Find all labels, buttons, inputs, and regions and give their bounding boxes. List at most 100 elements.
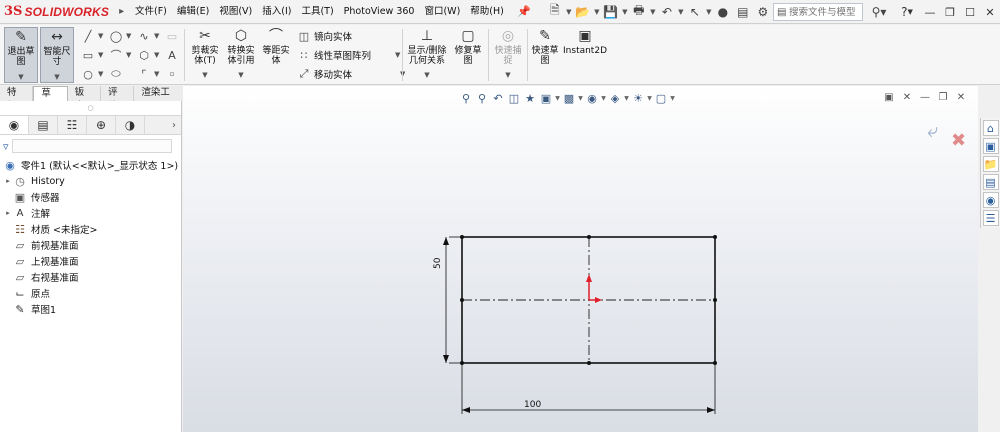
convert-entities-button[interactable]: ⬡ 转换实 体引用 ▼ xyxy=(223,27,259,83)
solidworks-logo[interactable]: 3S SOLIDWORKS ▸ xyxy=(0,0,130,24)
circle-tool[interactable]: ◯ ▼ xyxy=(108,27,132,45)
options-gear-icon[interactable]: ⚙ xyxy=(753,2,773,22)
chevron-down-icon[interactable]: ▼ xyxy=(154,32,159,40)
mirror-entities-button[interactable]: ◫ 镜向实体 xyxy=(296,27,352,45)
undo-icon[interactable]: ↶ xyxy=(657,2,677,22)
ellipse-tool[interactable]: ⬭ xyxy=(108,65,126,83)
sketch-canvas[interactable]: 50 100 xyxy=(183,86,978,432)
file-explorer-icon[interactable]: 📁 xyxy=(982,156,999,172)
graphics-area[interactable]: ⚲ ⚲ ↶ ◫ ★ ▣ ▼ ▩ ▼ ◉ ▼ ◈ ▼ ☀ ▼ ▢ ▼ ▣ ✕ — … xyxy=(183,86,978,432)
display-relations-button[interactable]: ⊥ 显示/删除 几何关系 ▼ xyxy=(405,27,449,83)
chevron-down-icon[interactable]: ▼ xyxy=(565,8,573,16)
chevron-down-icon[interactable]: ▼ xyxy=(593,8,601,16)
home-icon[interactable]: ⌂ xyxy=(982,120,999,136)
tab-features[interactable]: 特征 xyxy=(0,86,34,112)
maximize-icon[interactable]: ☐ xyxy=(960,0,980,24)
tree-item-material[interactable]: ☷ 材质 <未指定> xyxy=(0,221,181,237)
tree-root-part[interactable]: ◉ 零件1 (默认<<默认>_显示状态 1>) xyxy=(0,157,181,173)
fillet-tool[interactable]: ⌜ ▼ xyxy=(136,65,159,83)
appearances-icon[interactable]: ◉ xyxy=(982,192,999,208)
chevron-down-icon[interactable]: ▼ xyxy=(677,8,685,16)
chevron-right-icon[interactable]: › xyxy=(167,120,181,131)
restore-icon[interactable]: ❐ xyxy=(940,0,960,24)
line-tool[interactable]: ╱ ▼ xyxy=(80,27,104,45)
tree-item-sensors[interactable]: ▣ 传感器 xyxy=(0,189,181,205)
menu-edit[interactable]: 编辑(E) xyxy=(172,0,214,24)
text-tool[interactable]: A xyxy=(164,46,182,64)
chevron-down-icon[interactable]: ▼ xyxy=(202,70,207,80)
menu-insert[interactable]: 插入(I) xyxy=(257,0,296,24)
minimize-icon[interactable]: — xyxy=(920,0,940,24)
width-dimension[interactable] xyxy=(461,363,716,414)
select-cursor-icon[interactable]: ↖ xyxy=(685,2,705,22)
feature-manager-tab-icon[interactable]: ◉ xyxy=(0,116,29,134)
chevron-down-icon[interactable]: ▼ xyxy=(54,72,59,82)
help-button[interactable]: ? ▼ xyxy=(896,3,918,21)
menu-photoview[interactable]: PhotoView 360 xyxy=(339,0,420,24)
exit-sketch-button[interactable]: ✎ 退出草 图 ▼ xyxy=(4,27,38,83)
panel-grip-handle[interactable]: ○ xyxy=(0,101,181,115)
height-dimension[interactable] xyxy=(443,236,462,364)
chevron-down-icon[interactable]: ▼ xyxy=(126,32,131,40)
tree-item-sketch1[interactable]: ✎ 草图1 xyxy=(0,301,181,317)
chevron-down-icon[interactable]: ▼ xyxy=(705,8,713,16)
repair-sketch-button[interactable]: ▢ 修复草 图 xyxy=(451,27,485,83)
tree-item-top-plane[interactable]: ▱ 上视基准面 xyxy=(0,253,181,269)
tree-item-origin[interactable]: ⌙ 原点 xyxy=(0,285,181,301)
tree-filter[interactable]: ▿ xyxy=(0,137,181,155)
chevron-down-icon[interactable]: ▼ xyxy=(98,51,103,59)
menu-help[interactable]: 帮助(H) xyxy=(465,0,509,24)
quick-snaps-button[interactable]: ◎ 快速捕 捉 ▼ xyxy=(491,27,525,83)
custom-properties-icon[interactable]: ☰ xyxy=(982,210,999,226)
chevron-down-icon[interactable]: ▼ xyxy=(18,72,23,82)
chevron-down-icon[interactable]: ▼ xyxy=(98,70,103,78)
move-entities-button[interactable]: ⤢移动实体▼ xyxy=(296,65,406,83)
rapid-sketch-button[interactable]: ✎ 快速草 图 xyxy=(529,27,561,83)
search-input[interactable] xyxy=(789,6,861,18)
filter-input[interactable] xyxy=(11,139,172,153)
smart-dimension-button[interactable]: ↔ 智能尺 寸 ▼ xyxy=(40,27,74,83)
chevron-down-icon[interactable]: ▼ xyxy=(126,51,131,59)
tree-item-front-plane[interactable]: ▱ 前视基准面 xyxy=(0,237,181,253)
tab-sketch[interactable]: 草图 xyxy=(33,86,68,113)
instant2d-button[interactable]: ▣ Instant2D xyxy=(563,27,607,83)
chevron-down-icon[interactable]: ▼ xyxy=(424,70,429,80)
new-document-icon[interactable]: 🗎 xyxy=(545,2,565,22)
search-icon[interactable]: ⚲▾ xyxy=(866,3,892,21)
save-icon[interactable]: 💾 xyxy=(601,2,621,22)
menu-file[interactable]: 文件(F) xyxy=(130,0,172,24)
height-dimension-text[interactable]: 50 xyxy=(433,257,443,269)
menu-window[interactable]: 窗口(W) xyxy=(419,0,465,24)
chevron-down-icon[interactable]: ▼ xyxy=(154,51,159,59)
chevron-down-icon[interactable]: ▼ xyxy=(395,51,400,59)
file-properties-icon[interactable]: ▤ xyxy=(733,2,753,22)
display-manager-tab-icon[interactable]: ◑ xyxy=(116,116,145,134)
width-dimension-text[interactable]: 100 xyxy=(524,400,541,410)
pin-icon[interactable]: 📌 xyxy=(515,5,533,18)
chevron-down-icon[interactable]: ▼ xyxy=(505,70,510,80)
chevron-down-icon[interactable]: ▼ xyxy=(649,8,657,16)
tab-render-tools[interactable]: 渲染工具 xyxy=(134,86,186,112)
spline-tool[interactable]: ∿ ▼ xyxy=(136,27,159,45)
property-manager-tab-icon[interactable]: ▤ xyxy=(29,116,58,134)
linear-pattern-button[interactable]: ∷ 线性草图阵列 ▼ xyxy=(296,46,401,64)
surface-tool[interactable]: ▭ xyxy=(164,27,182,45)
close-icon[interactable]: ✕ xyxy=(980,0,1000,24)
print-icon[interactable]: 🖶 xyxy=(629,2,649,22)
design-library-icon[interactable]: ▣ xyxy=(982,138,999,154)
open-folder-icon[interactable]: 📂 xyxy=(573,2,593,22)
point-tool[interactable]: ▫ xyxy=(164,65,182,83)
view-palette-icon[interactable]: ▤ xyxy=(982,174,999,190)
chevron-down-icon[interactable]: ▼ xyxy=(621,8,629,16)
rectangle-tool[interactable]: ▭ ▼ xyxy=(80,46,104,64)
expand-arrow-icon[interactable]: ▸ xyxy=(4,209,12,217)
offset-entities-button[interactable]: ⌒ 等距实 体 xyxy=(259,27,293,83)
tree-item-right-plane[interactable]: ▱ 右视基准面 xyxy=(0,269,181,285)
polygon-tool[interactable]: ⬡ ▼ xyxy=(136,46,159,64)
search-box[interactable]: ▤ xyxy=(773,3,863,21)
tab-evaluate[interactable]: 评估 xyxy=(101,86,135,112)
tree-item-history[interactable]: ▸ ◷ History xyxy=(0,173,181,189)
chevron-down-icon[interactable]: ▼ xyxy=(98,32,103,40)
menu-tools[interactable]: 工具(T) xyxy=(296,0,338,24)
menu-view[interactable]: 视图(V) xyxy=(214,0,257,24)
